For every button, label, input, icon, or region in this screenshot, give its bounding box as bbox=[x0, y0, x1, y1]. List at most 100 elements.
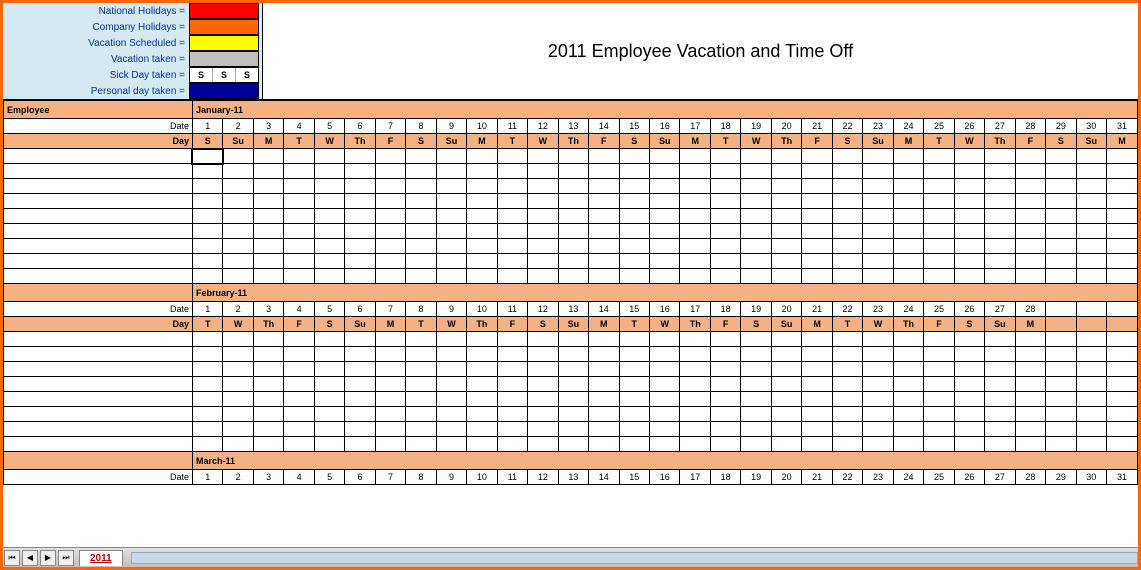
cell[interactable] bbox=[802, 269, 832, 284]
cell[interactable] bbox=[4, 392, 193, 407]
cell[interactable] bbox=[253, 362, 283, 377]
cell[interactable]: 7 bbox=[375, 119, 405, 134]
cell[interactable]: Date bbox=[4, 302, 193, 317]
cell[interactable] bbox=[345, 332, 375, 347]
cell[interactable] bbox=[985, 407, 1015, 422]
cell[interactable] bbox=[589, 437, 619, 452]
cell[interactable] bbox=[832, 224, 862, 239]
cell[interactable]: W bbox=[741, 134, 771, 149]
cell[interactable] bbox=[741, 164, 771, 179]
cell[interactable] bbox=[375, 422, 405, 437]
cell[interactable]: M bbox=[802, 317, 832, 332]
cell[interactable] bbox=[680, 362, 710, 377]
cell[interactable] bbox=[467, 377, 497, 392]
cell[interactable]: Th bbox=[467, 317, 497, 332]
cell[interactable] bbox=[375, 254, 405, 269]
cell[interactable] bbox=[619, 269, 649, 284]
cell[interactable] bbox=[741, 224, 771, 239]
cell[interactable] bbox=[192, 437, 222, 452]
cell[interactable] bbox=[1015, 239, 1045, 254]
cell[interactable]: 16 bbox=[650, 119, 680, 134]
cell[interactable]: Su bbox=[863, 134, 893, 149]
cell[interactable] bbox=[1107, 269, 1138, 284]
cell[interactable]: 19 bbox=[741, 119, 771, 134]
cell[interactable] bbox=[985, 194, 1015, 209]
cell[interactable] bbox=[467, 179, 497, 194]
cell[interactable] bbox=[192, 194, 222, 209]
cell[interactable]: F bbox=[284, 317, 314, 332]
cell[interactable]: S bbox=[192, 134, 222, 149]
cell[interactable] bbox=[253, 179, 283, 194]
cell[interactable] bbox=[284, 332, 314, 347]
cell[interactable] bbox=[558, 332, 588, 347]
cell[interactable] bbox=[589, 254, 619, 269]
cell[interactable]: 8 bbox=[406, 302, 436, 317]
cell[interactable]: 10 bbox=[467, 470, 497, 485]
cell[interactable] bbox=[558, 149, 588, 164]
cell[interactable] bbox=[741, 362, 771, 377]
cell[interactable] bbox=[832, 422, 862, 437]
cell[interactable] bbox=[619, 437, 649, 452]
cell[interactable] bbox=[832, 164, 862, 179]
cell[interactable] bbox=[4, 407, 193, 422]
cell[interactable] bbox=[771, 164, 801, 179]
cell[interactable] bbox=[1107, 377, 1138, 392]
cell[interactable] bbox=[192, 362, 222, 377]
cell[interactable]: S bbox=[406, 134, 436, 149]
cell[interactable] bbox=[863, 407, 893, 422]
cell[interactable] bbox=[497, 194, 527, 209]
cell[interactable] bbox=[589, 422, 619, 437]
cell[interactable] bbox=[741, 347, 771, 362]
cell[interactable] bbox=[558, 194, 588, 209]
cell[interactable] bbox=[924, 347, 954, 362]
cell[interactable] bbox=[741, 422, 771, 437]
cell[interactable] bbox=[924, 179, 954, 194]
cell[interactable] bbox=[832, 179, 862, 194]
cell[interactable] bbox=[528, 239, 558, 254]
cell[interactable] bbox=[436, 194, 466, 209]
cell[interactable]: Day bbox=[4, 317, 193, 332]
cell[interactable]: W bbox=[863, 317, 893, 332]
cell[interactable] bbox=[253, 209, 283, 224]
cell[interactable] bbox=[558, 209, 588, 224]
cell[interactable] bbox=[863, 224, 893, 239]
cell[interactable] bbox=[710, 332, 740, 347]
cell[interactable]: M bbox=[467, 134, 497, 149]
cell[interactable]: Su bbox=[985, 317, 1015, 332]
cell[interactable] bbox=[558, 407, 588, 422]
cell[interactable] bbox=[4, 224, 193, 239]
cell[interactable] bbox=[680, 239, 710, 254]
cell[interactable] bbox=[954, 269, 984, 284]
cell[interactable] bbox=[314, 377, 344, 392]
cell[interactable] bbox=[680, 377, 710, 392]
cell[interactable] bbox=[954, 437, 984, 452]
cell[interactable] bbox=[680, 254, 710, 269]
cell[interactable]: F bbox=[497, 317, 527, 332]
cell[interactable] bbox=[1107, 332, 1138, 347]
cell[interactable] bbox=[192, 224, 222, 239]
cell[interactable] bbox=[497, 149, 527, 164]
cell[interactable] bbox=[345, 407, 375, 422]
cell[interactable]: 29 bbox=[1046, 119, 1076, 134]
cell[interactable] bbox=[314, 437, 344, 452]
cell[interactable] bbox=[1046, 362, 1076, 377]
cell[interactable] bbox=[497, 332, 527, 347]
cell[interactable] bbox=[223, 437, 253, 452]
cell[interactable] bbox=[284, 362, 314, 377]
cell[interactable]: T bbox=[192, 317, 222, 332]
cell[interactable] bbox=[1076, 362, 1106, 377]
cell[interactable] bbox=[528, 209, 558, 224]
cell[interactable] bbox=[985, 422, 1015, 437]
cell[interactable] bbox=[954, 332, 984, 347]
cell[interactable] bbox=[589, 269, 619, 284]
cell[interactable] bbox=[375, 149, 405, 164]
cell[interactable] bbox=[528, 332, 558, 347]
cell[interactable] bbox=[741, 194, 771, 209]
cell[interactable]: 11 bbox=[497, 470, 527, 485]
cell[interactable] bbox=[406, 194, 436, 209]
cell[interactable] bbox=[406, 362, 436, 377]
cell[interactable] bbox=[528, 224, 558, 239]
cell[interactable] bbox=[436, 254, 466, 269]
cell[interactable] bbox=[192, 164, 222, 179]
cell[interactable]: M bbox=[893, 134, 923, 149]
